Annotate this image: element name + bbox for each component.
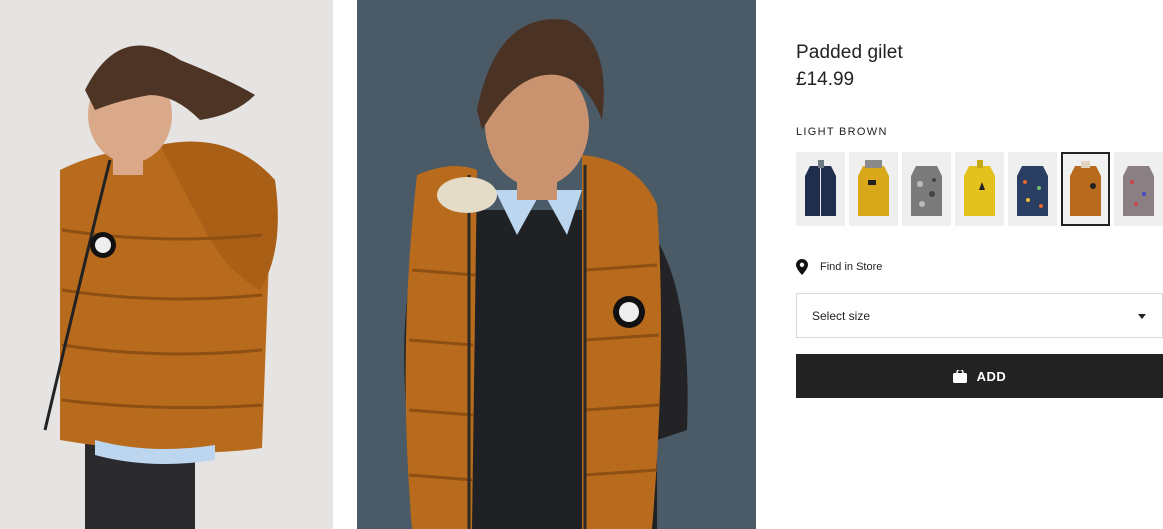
- gilet-thumbnail: [1008, 152, 1057, 226]
- find-in-store-link[interactable]: Find in Store: [796, 258, 882, 276]
- product-image-side[interactable]: [0, 0, 333, 529]
- gilet-thumbnail: [1114, 152, 1163, 226]
- size-select-label: Select size: [812, 309, 871, 323]
- gilet-thumbnail: [1063, 154, 1108, 224]
- find-in-store-label: Find in Store: [820, 261, 883, 273]
- swatch-navy-patterned[interactable]: [1008, 152, 1057, 226]
- shopping-bag-icon: [952, 369, 967, 383]
- product-image-front[interactable]: [357, 0, 756, 529]
- product-photo-side: [0, 0, 333, 529]
- selected-color-name: LIGHT BROWN: [796, 126, 888, 138]
- product-photo-front: [357, 0, 756, 529]
- chevron-down-icon: [1138, 314, 1146, 319]
- add-button-label: ADD: [976, 368, 1007, 384]
- swatch-light-brown[interactable]: [1061, 152, 1110, 226]
- add-to-bag-button[interactable]: ADD: [796, 354, 1163, 398]
- gilet-thumbnail: [796, 152, 845, 226]
- swatch-grey-patterned[interactable]: [902, 152, 951, 226]
- product-title: Padded gilet: [796, 42, 903, 63]
- product-price: £14.99: [796, 69, 855, 90]
- product-info-panel: Padded gilet £14.99 LIGHT BROWN Find in …: [796, 0, 1163, 529]
- gilet-thumbnail: [902, 152, 951, 226]
- color-swatches: [796, 152, 1163, 228]
- swatch-multicolour[interactable]: [1114, 152, 1163, 226]
- swatch-navy[interactable]: [796, 152, 845, 226]
- swatch-yellow[interactable]: [955, 152, 1004, 226]
- gilet-thumbnail: [955, 152, 1004, 226]
- size-select[interactable]: Select size: [796, 293, 1163, 338]
- location-pin-icon: [796, 259, 808, 275]
- swatch-mustard[interactable]: [849, 152, 898, 226]
- gilet-thumbnail: [849, 152, 898, 226]
